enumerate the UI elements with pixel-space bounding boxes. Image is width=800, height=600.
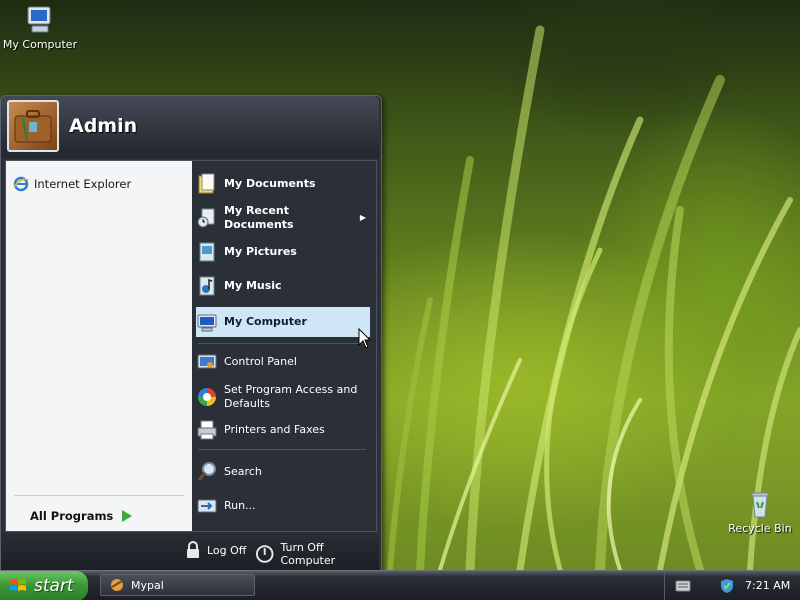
control-panel-icon	[197, 354, 217, 369]
menu-item-label: My Documents	[224, 177, 316, 190]
start-button[interactable]: start	[0, 571, 88, 600]
internet-explorer-icon	[13, 176, 29, 192]
desktop-icon-my-computer[interactable]: My Computer	[0, 4, 80, 51]
menu-item-my-recent-documents[interactable]: My Recent Documents ▶	[196, 204, 370, 231]
green-arrow-icon	[122, 510, 133, 522]
taskbar: start Mypal 7:21 AM	[0, 570, 800, 600]
log-off-button[interactable]: Log Off	[185, 541, 246, 559]
menu-item-label: Set Program Access and Defaults	[224, 383, 358, 410]
my-music-icon	[199, 276, 215, 296]
recycle-bin-icon	[751, 492, 769, 518]
menu-item-control-panel[interactable]: Control Panel	[196, 351, 370, 373]
menu-item-label: My Computer	[224, 315, 307, 328]
desktop-icon-label: Recycle Bin	[728, 522, 792, 535]
briefcase-icon	[14, 110, 52, 143]
submenu-arrow-icon: ▶	[359, 213, 366, 222]
my-pictures-icon	[199, 242, 215, 262]
pinned-item-label: Internet Explorer	[34, 177, 132, 191]
pinned-programs-pane: Internet Explorer All Programs	[6, 161, 192, 531]
menu-item-label: My Pictures	[224, 245, 297, 258]
start-menu-header: Admin	[1, 96, 379, 158]
system-tray: 7:21 AM	[664, 571, 800, 600]
all-programs-label: All Programs	[30, 509, 114, 523]
clock[interactable]: 7:21 AM	[745, 579, 790, 592]
menu-item-run[interactable]: Run...	[196, 495, 370, 517]
menu-item-my-music[interactable]: My Music	[196, 275, 370, 297]
menu-item-my-computer[interactable]: My Computer	[196, 307, 370, 337]
menu-item-label: Printers and Faxes	[224, 423, 325, 436]
menu-item-printers-and-faxes[interactable]: Printers and Faxes	[196, 419, 370, 441]
mouse-cursor-icon	[358, 328, 372, 349]
menu-item-my-documents[interactable]: My Documents	[196, 173, 370, 195]
pinned-item-internet-explorer[interactable]: Internet Explorer	[12, 173, 131, 195]
menu-item-my-pictures[interactable]: My Pictures	[196, 241, 370, 263]
all-programs-button[interactable]: All Programs	[30, 506, 133, 526]
menu-item-label: My Music	[224, 279, 282, 292]
separator	[198, 449, 366, 450]
menu-item-label: Control Panel	[224, 355, 297, 368]
padlock-icon	[187, 541, 199, 558]
taskbar-button-mypal[interactable]: Mypal	[100, 574, 255, 596]
start-menu-footer: Log Off Turn Off Computer	[1, 532, 379, 571]
menu-item-search[interactable]: Search	[196, 461, 370, 483]
search-icon	[197, 462, 216, 481]
my-computer-icon	[27, 6, 51, 33]
start-menu: Admin Internet Explorer All Programs My …	[0, 95, 382, 572]
menu-item-label: Run...	[224, 499, 256, 512]
printer-icon	[197, 420, 217, 440]
program-access-icon	[198, 388, 216, 406]
turn-off-computer-button[interactable]: Turn Off Computer	[255, 541, 379, 567]
desktop-icon-recycle-bin[interactable]: Recycle Bin	[720, 488, 800, 535]
start-menu-body: Internet Explorer All Programs My Docume…	[5, 160, 377, 532]
security-shield-icon[interactable]	[719, 578, 735, 594]
menu-item-label: My Recent Documents	[224, 204, 294, 231]
keyboard-icon[interactable]	[675, 580, 691, 592]
menu-item-set-program-access[interactable]: Set Program Access and Defaults	[196, 381, 370, 413]
taskbar-button-label: Mypal	[131, 578, 164, 592]
places-pane: My Documents My Recent Documents ▶ My Pi…	[192, 161, 376, 531]
log-off-label: Log Off	[207, 543, 247, 557]
windows-logo-icon	[10, 579, 26, 591]
desktop-icon-label: My Computer	[2, 38, 78, 51]
mypal-icon	[111, 579, 123, 591]
menu-item-label: Search	[224, 465, 262, 478]
separator	[14, 495, 184, 496]
start-label: start	[34, 576, 74, 596]
my-computer-icon	[197, 314, 217, 332]
run-icon	[197, 499, 217, 513]
power-icon	[255, 545, 274, 563]
recent-documents-icon	[197, 208, 215, 228]
my-documents-icon	[198, 173, 215, 194]
separator	[198, 343, 366, 344]
turn-off-label: Turn Off Computer	[280, 541, 336, 567]
user-name: Admin	[69, 115, 138, 137]
user-avatar[interactable]	[7, 100, 59, 152]
